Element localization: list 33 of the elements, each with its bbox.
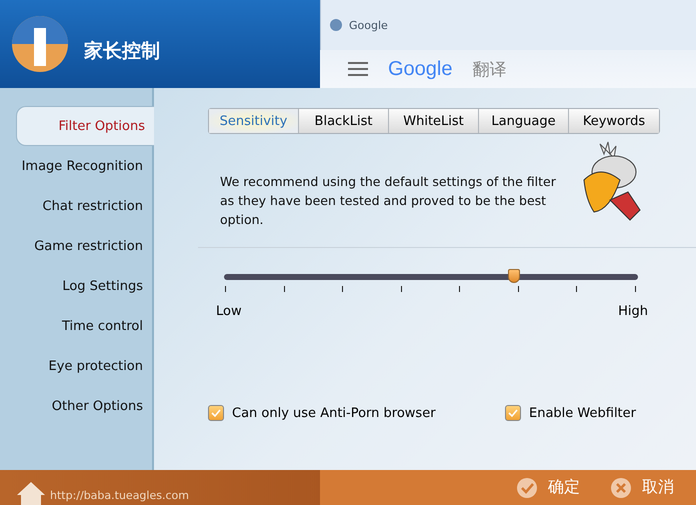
product-name: 家长控制 <box>84 39 160 64</box>
sensitivity-slider[interactable]: Low High <box>214 268 648 319</box>
checkbox[interactable] <box>505 405 521 421</box>
sidebar-item[interactable]: Other Options <box>0 386 152 426</box>
slider-min-label: Low <box>216 304 242 319</box>
checkmark-icon <box>211 408 221 418</box>
menu-icon[interactable] <box>348 62 368 76</box>
sidebar-item[interactable]: Time control <box>0 306 152 346</box>
checkmark-icon <box>516 476 538 498</box>
search-logo: Google <box>388 58 452 80</box>
checkmark-icon <box>508 408 518 418</box>
tab[interactable]: Language <box>479 109 569 133</box>
home-icon[interactable] <box>16 481 46 505</box>
close-icon <box>610 476 632 498</box>
sidebar-item[interactable]: Log Settings <box>0 266 152 306</box>
tab[interactable]: WhiteList <box>389 109 479 133</box>
description-text: We recommend using the default settings of the filter as they have been tested and proved to be the best option. <box>220 173 557 229</box>
sidebar-item[interactable]: Image Recognition <box>0 146 152 186</box>
browser-tab-title[interactable]: Google <box>349 18 388 32</box>
sidebar-item[interactable]: Eye protection <box>0 346 152 386</box>
sidebar-item[interactable]: Chat restriction <box>0 186 152 226</box>
slider-thumb[interactable] <box>508 269 520 283</box>
sidebar-item[interactable]: Filter Options <box>16 106 154 146</box>
slider-max-label: High <box>618 304 648 319</box>
tab[interactable]: Keywords <box>569 109 659 133</box>
logo-icon <box>10 14 70 74</box>
tab[interactable]: Sensitivity <box>209 109 299 133</box>
checkbox[interactable] <box>208 405 224 421</box>
tab[interactable]: BlackList <box>299 109 389 133</box>
sidebar-item[interactable]: Game restriction <box>0 226 152 266</box>
page-title: 翻译 <box>472 58 506 80</box>
checkbox-label: Enable Webfilter <box>529 406 636 420</box>
checkbox-label: Can only use Anti-Porn browser <box>232 406 436 420</box>
